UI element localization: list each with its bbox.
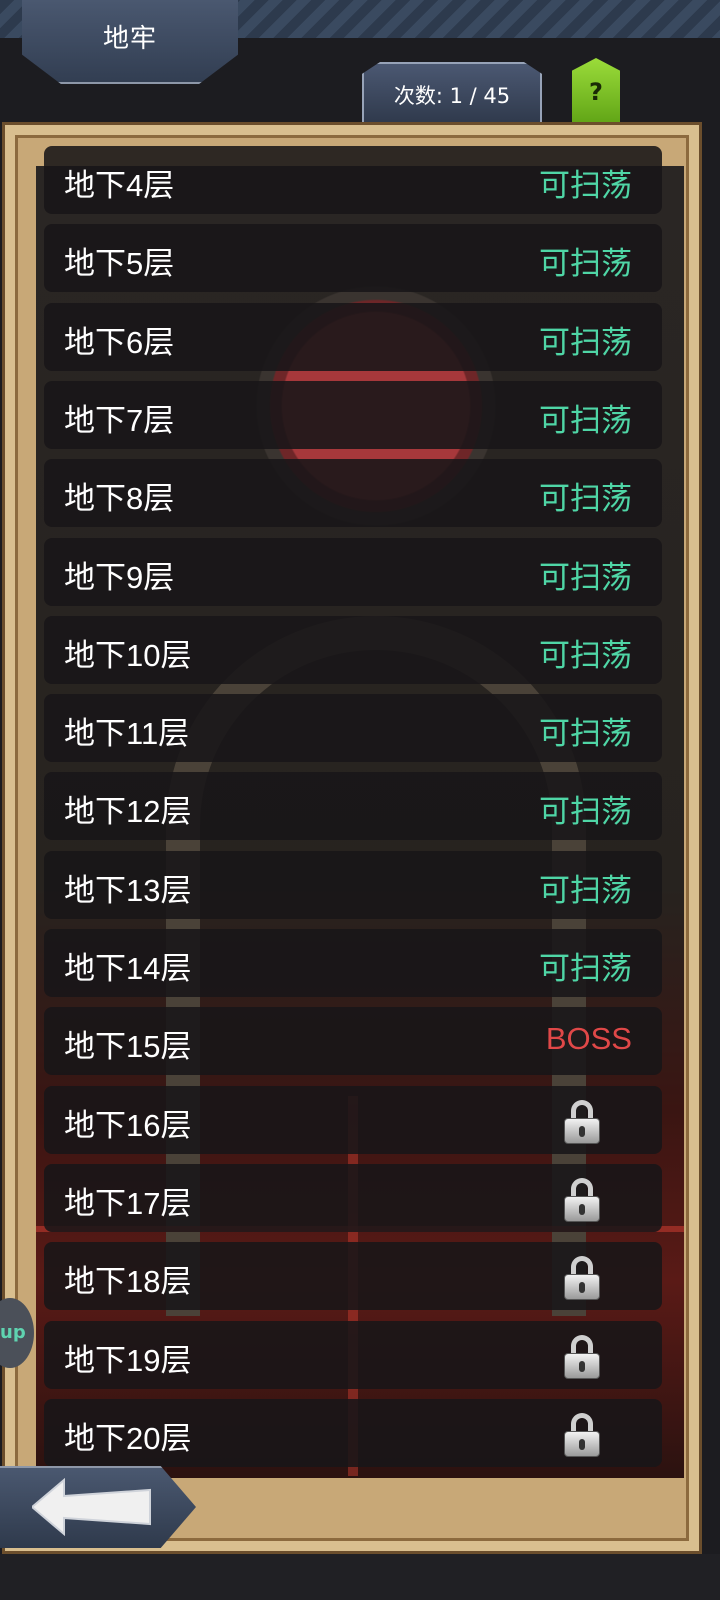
floor-name: 地下19层 xyxy=(64,1342,192,1378)
floor-name: 地下4层 xyxy=(64,168,175,203)
floor-row[interactable]: 地下14层 可扫荡 xyxy=(44,929,662,997)
sweep-label: 可扫荡 xyxy=(539,168,632,203)
sweep-label: 可扫荡 xyxy=(539,559,632,595)
sweep-label: 可扫荡 xyxy=(539,402,632,438)
floor-row[interactable]: 地下20层 xyxy=(44,1398,662,1467)
floor-row[interactable]: 地下4层 可扫荡 xyxy=(44,146,662,214)
floor-name: 地下14层 xyxy=(64,951,192,986)
floor-name: 地下5层 xyxy=(64,246,175,282)
floor-row[interactable]: 地下10层 可扫荡 xyxy=(44,615,662,684)
floor-name: 地下8层 xyxy=(64,481,175,517)
sweep-label: 可扫荡 xyxy=(539,872,632,908)
floor-row[interactable]: 地下18层 xyxy=(44,1242,662,1311)
floor-row[interactable]: 地下19层 xyxy=(44,1320,662,1389)
sweep-label: 可扫荡 xyxy=(539,951,632,986)
floor-row[interactable]: 地下12层 可扫荡 xyxy=(44,772,662,841)
floor-list[interactable]: 地下4层 可扫荡 地下5层 可扫荡 地下6层 可扫荡 地下7层 可扫荡 地下8层 可扫荡 地下9层可… xyxy=(44,0,662,1560)
floor-row[interactable]: 地下7层 可扫荡 xyxy=(44,380,662,449)
floor-name: 地下11层 xyxy=(64,716,190,752)
floor-name: 地下20层 xyxy=(64,1420,192,1456)
boss-label: BOSS xyxy=(545,1021,632,1057)
sweep-label: 可扫荡 xyxy=(539,637,632,673)
floor-name: 地下15层 xyxy=(64,1029,192,1065)
sweep-label: 可扫荡 xyxy=(539,481,632,517)
bottom-bar xyxy=(0,1554,720,1600)
floor-name: 地下12层 xyxy=(64,794,192,830)
floor-row[interactable]: 地下16层 xyxy=(44,1085,662,1154)
floor-name: 地下16层 xyxy=(64,1107,192,1143)
lock-icon xyxy=(564,1412,600,1457)
lock-icon xyxy=(564,1177,600,1222)
floor-row[interactable]: 地下13层 可扫荡 xyxy=(44,850,662,919)
sweep-label: 可扫荡 xyxy=(539,794,632,830)
lock-icon xyxy=(564,1256,600,1301)
floor-name: 地下9层 xyxy=(64,559,175,595)
floor-row[interactable]: 地下5层 可扫荡 xyxy=(44,224,662,293)
sweep-label: 可扫荡 xyxy=(539,246,632,282)
floor-row[interactable]: 地下6层 可扫荡 xyxy=(44,302,662,371)
floor-name: 地下6层 xyxy=(64,324,175,360)
floor-row[interactable]: 地下17层 xyxy=(44,1163,662,1232)
floor-row[interactable]: 地下9层 可扫荡 xyxy=(44,537,662,606)
floor-name: 地下10层 xyxy=(64,637,192,673)
floor-name: 地下17层 xyxy=(64,1185,192,1221)
sweep-label: 可扫荡 xyxy=(539,324,632,360)
lock-icon xyxy=(564,1099,600,1144)
floor-name: 地下13层 xyxy=(64,872,192,908)
side-tab-label[interactable]: up xyxy=(0,1322,26,1343)
lock-icon xyxy=(564,1334,600,1379)
sweep-label: 可扫荡 xyxy=(539,716,632,752)
floor-name: 地下18层 xyxy=(64,1264,192,1300)
floor-name: 地下7层 xyxy=(64,402,175,438)
back-arrow-icon[interactable] xyxy=(32,1478,152,1536)
floor-row[interactable]: 地下15层 BOSS xyxy=(44,1007,662,1076)
floor-row[interactable]: 地下11层 可扫荡 xyxy=(44,694,662,763)
floor-row[interactable]: 地下8层 可扫荡 xyxy=(44,459,662,528)
